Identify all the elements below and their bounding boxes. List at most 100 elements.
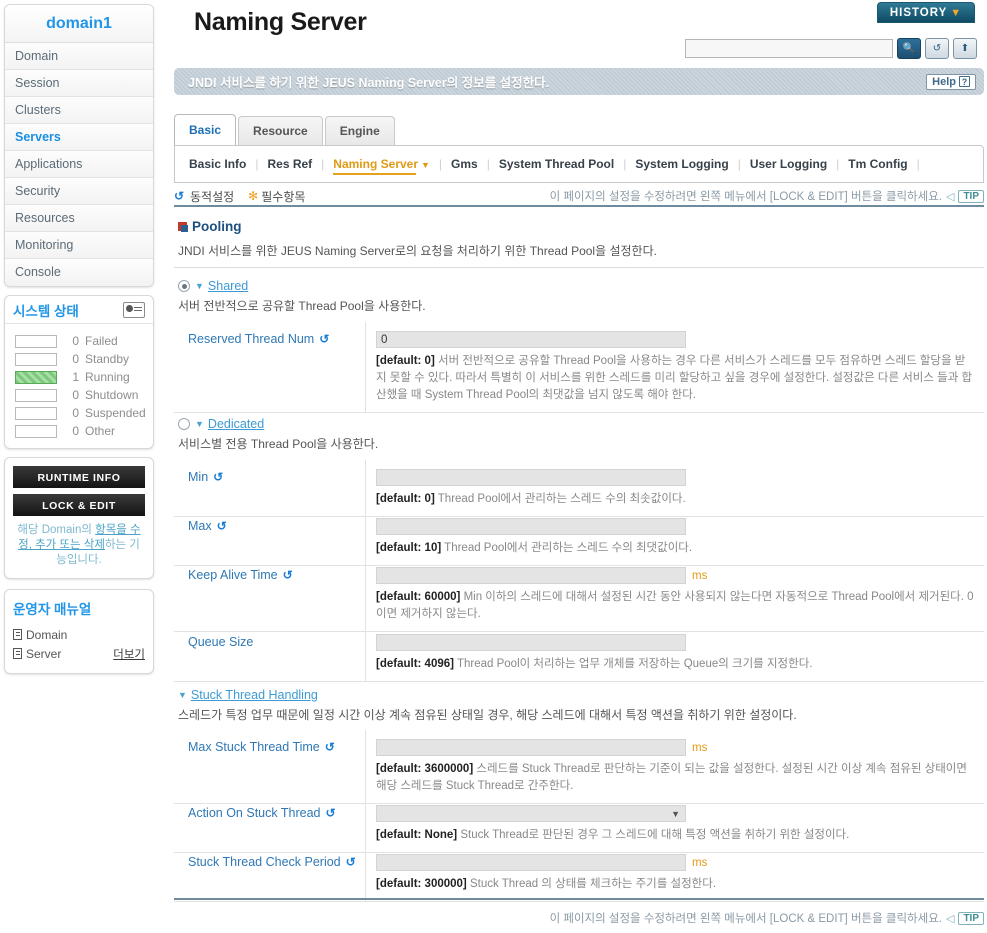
dynamic-setting-icon: ↺ [282, 568, 293, 582]
chevron-down-icon: ▼ [950, 7, 963, 19]
field-hint-min: [default: 0] Thread Pool에서 관리하는 스레드 수의 최… [376, 491, 974, 508]
sidebar-item-domain[interactable]: Domain [5, 43, 153, 70]
field-label-text: Stuck Thread Check Period [188, 855, 341, 869]
sidebar-item-console[interactable]: Console [5, 259, 153, 286]
refresh-icon[interactable]: ↺ [925, 38, 949, 59]
dynamic-setting-icon: ↺ [319, 332, 330, 346]
sidebar-item-security[interactable]: Security [5, 178, 153, 205]
sidebar-item-session[interactable]: Session [5, 70, 153, 97]
admin-manual-title: 운영자 매뉴얼 [13, 602, 92, 617]
field-label-stuck-thread-check-period: Stuck Thread Check Period ↺ [174, 845, 366, 901]
sidebar-item-resources[interactable]: Resources [5, 205, 153, 232]
manual-item-domain[interactable]: Domain [13, 625, 145, 644]
chevron-down-icon[interactable]: ▼ [195, 419, 204, 429]
subnav-item-system-thread-pool[interactable]: System Thread Pool [499, 157, 614, 171]
domain-title: domain1 [5, 5, 153, 43]
search-toolbar: 🔍 ↺ ⬆ [685, 38, 977, 59]
keep-alive-time-input[interactable] [376, 567, 686, 584]
queue-size-input[interactable] [376, 634, 686, 651]
dynamic-setting-icon: ↺ [324, 740, 335, 754]
section-heading: Pooling [178, 219, 242, 234]
field-hint-text: Thread Pool이 처리하는 업무 개체를 저장하는 Queue의 크기를… [456, 658, 813, 670]
dynamic-setting-icon: ↺ [216, 519, 227, 533]
system-status-rows: 0 Failed 0 Standby 1 Running 0 Shutdown [5, 324, 153, 448]
tab-basic[interactable]: Basic [174, 114, 237, 145]
field-hint-max: [default: 10] Thread Pool에서 관리하는 스레드 수의 … [376, 540, 974, 557]
field-label-text: Min [188, 470, 209, 484]
status-row-shutdown: 0 Shutdown [15, 386, 147, 404]
status-label: Failed [85, 334, 118, 348]
group-shared-label[interactable]: Shared [208, 279, 248, 293]
subnav-item-res-ref[interactable]: Res Ref [267, 157, 312, 171]
status-count: 0 [72, 424, 79, 438]
field-row-keep-alive-time: Keep Alive Time ↺ ms [default: 60000] Mi… [174, 558, 984, 632]
legend-required: ✻ 필수항목 [248, 188, 305, 205]
subnav-item-tm-config[interactable]: Tm Config [848, 157, 907, 171]
status-row-standby: 0 Standby [15, 350, 147, 368]
subnav-item-basic-info[interactable]: Basic Info [189, 157, 246, 171]
search-input[interactable] [685, 39, 893, 58]
monitor-icon[interactable] [123, 301, 145, 318]
field-default: [default: None] [376, 829, 458, 841]
status-row-other: 0 Other [15, 422, 147, 440]
document-icon [13, 629, 22, 640]
radio-shared[interactable] [178, 280, 190, 292]
description-banner: JNDI 서비스를 하기 위한 JEUS Naming Server의 정보를 … [174, 68, 984, 95]
lock-and-edit-button[interactable]: LOCK & EDIT [13, 494, 145, 516]
subnav-item-gms[interactable]: Gms [451, 157, 478, 171]
dynamic-setting-icon: ↺ [174, 189, 185, 203]
group-dedicated-label[interactable]: Dedicated [208, 417, 264, 431]
page-title-text: Naming Server [194, 8, 367, 36]
reserved-thread-num-input[interactable]: 0 [376, 331, 686, 348]
legend-bar: ↺ 동적설정 ✻ 필수항목 이 페이지의 설정을 수정하려면 왼쪽 메뉴에서 [… [174, 187, 984, 207]
chevron-down-icon[interactable]: ▼ [195, 281, 204, 291]
sidebar-item-clusters[interactable]: Clusters [5, 97, 153, 124]
history-label: HISTORY [889, 7, 948, 19]
field-control-min: [default: 0] Thread Pool에서 관리하는 스레드 수의 최… [366, 460, 984, 516]
field-default: [default: 4096] [376, 658, 454, 670]
tip-text: 이 페이지의 설정을 수정하려면 왼쪽 메뉴에서 [LOCK & EDIT] 버… [549, 191, 942, 203]
xml-export-icon[interactable]: ⬆ [953, 38, 977, 59]
runtime-info-button[interactable]: RUNTIME INFO [13, 466, 145, 488]
sidebar-item-monitoring[interactable]: Monitoring [5, 232, 153, 259]
group-shared: ▼ Shared 서버 전반적으로 공유할 Thread Pool을 사용한다. [178, 279, 426, 314]
subnav-separator: | [321, 157, 325, 171]
chevron-down-icon[interactable]: ▼ [178, 690, 187, 700]
field-default: [default: 3600000] [376, 763, 474, 775]
action-on-stuck-thread-select[interactable]: ▼ [376, 805, 686, 822]
field-label-max-stuck-thread-time: Max Stuck Thread Time ↺ [174, 730, 366, 803]
group-stuck-header: ▼ Stuck Thread Handling [178, 688, 797, 702]
field-hint-text: 서버 전반적으로 공유할 Thread Pool을 사용하는 경우 다른 서비스… [376, 355, 973, 401]
group-shared-description: 서버 전반적으로 공유할 Thread Pool을 사용한다. [178, 299, 426, 313]
manual-item-label: Server [26, 646, 62, 661]
group-stuck-label[interactable]: Stuck Thread Handling [191, 688, 318, 702]
field-hint-keep-alive-time: [default: 60000] Min 이하의 스레드에 대해서 설정된 시간… [376, 589, 974, 623]
manual-item-server[interactable]: Server 더보기 [13, 644, 145, 663]
max-stuck-thread-time-input[interactable] [376, 739, 686, 756]
subnav-item-system-logging[interactable]: System Logging [635, 157, 728, 171]
stuck-thread-check-period-input[interactable] [376, 854, 686, 871]
tab-resource[interactable]: Resource [238, 116, 323, 145]
sidebar-item-servers[interactable]: Servers [5, 124, 153, 151]
field-label-min: Min ↺ [174, 460, 366, 516]
tab-engine[interactable]: Engine [324, 116, 395, 145]
sidebar-item-applications[interactable]: Applications [5, 151, 153, 178]
help-button[interactable]: Help ? [926, 73, 976, 90]
status-label: Standby [85, 352, 130, 366]
manual-more-link[interactable]: 더보기 [113, 646, 145, 662]
subnav-item-user-logging[interactable]: User Logging [750, 157, 827, 171]
tab-bar: Basic Resource Engine [174, 114, 397, 145]
status-bar [15, 334, 57, 348]
history-button[interactable]: HISTORY ▼ [877, 2, 975, 23]
question-mark-icon: ? [959, 76, 970, 87]
radio-dedicated[interactable] [178, 418, 190, 430]
field-hint-text: Thread Pool에서 관리하는 스레드 수의 최솟값이다. [437, 493, 686, 505]
max-input[interactable] [376, 518, 686, 535]
search-icon[interactable]: 🔍 [897, 38, 921, 59]
min-input[interactable] [376, 469, 686, 486]
subnav-item-naming-server[interactable]: Naming Server ▼ [333, 157, 430, 175]
unit-label: ms [692, 569, 708, 582]
status-row-failed: 0 Failed [15, 332, 147, 350]
field-label-keep-alive-time: Keep Alive Time ↺ [174, 558, 366, 631]
field-hint-text: Thread Pool에서 관리하는 스레드 수의 최댓값이다. [444, 542, 693, 554]
